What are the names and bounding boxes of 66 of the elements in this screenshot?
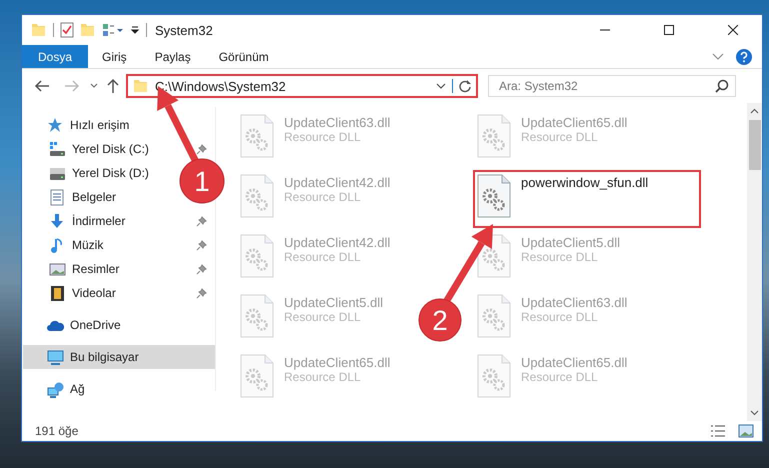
pin-icon[interactable]: [196, 216, 207, 226]
nav-icon: [49, 260, 66, 278]
nav-item[interactable]: Ağ: [47, 377, 85, 401]
scroll-down-icon[interactable]: [750, 410, 759, 416]
gear-file-icon: [477, 294, 511, 338]
nav-item[interactable]: Videolar: [49, 281, 116, 305]
star-icon: [47, 116, 64, 134]
nav-item[interactable]: İndirmeler: [49, 209, 126, 233]
step-number: 1: [194, 166, 210, 197]
dropdown-caret-icon[interactable]: [436, 83, 446, 89]
properties-icon[interactable]: [60, 22, 74, 38]
folder-icon: [31, 21, 47, 39]
pin-icon[interactable]: [196, 264, 207, 274]
folder-icon: [133, 77, 149, 95]
recent-locations-icon[interactable]: [90, 83, 98, 89]
refresh-icon[interactable]: [452, 79, 472, 93]
gear-file-icon: [240, 174, 274, 218]
scroll-thumb[interactable]: [748, 120, 760, 170]
search-icon: [715, 79, 729, 93]
step-badge: [180, 158, 224, 204]
nav-item[interactable]: OneDrive: [47, 313, 121, 337]
gear-file-icon: [240, 234, 274, 278]
pin-icon[interactable]: [196, 288, 207, 298]
nav-item[interactable]: Müzik: [49, 233, 104, 257]
up-arrow-icon[interactable]: [106, 78, 120, 94]
nav-item[interactable]: Yerel Disk (D:): [49, 161, 149, 185]
large-icons-view-icon[interactable]: [738, 424, 754, 438]
nav-icon: [49, 212, 66, 230]
nav-icon: [49, 188, 66, 206]
view-options-icon[interactable]: [102, 22, 124, 38]
step-badge: [418, 298, 462, 342]
maximize-icon: [664, 25, 674, 35]
nav-item[interactable]: Resimler: [49, 257, 120, 281]
gear-file-icon: [477, 114, 511, 158]
pin-icon[interactable]: [196, 144, 207, 154]
gear-file-icon: [240, 354, 274, 398]
address-field[interactable]: C:\Windows\System32: [126, 74, 478, 98]
search-field[interactable]: Ara: System32: [488, 75, 736, 97]
scrollbar[interactable]: [747, 103, 762, 421]
window-title: System32: [155, 22, 213, 38]
nav-item[interactable]: Hızlı erişim: [47, 113, 130, 137]
close-icon: [728, 25, 738, 35]
back-arrow-icon[interactable]: [34, 79, 50, 93]
ribbon-tab[interactable]: Dosya: [22, 45, 88, 68]
scroll-up-icon[interactable]: [750, 108, 759, 114]
gear-file-icon: [477, 174, 511, 218]
nav-item[interactable]: Bu bilgisayar: [23, 345, 215, 369]
ribbon-tab[interactable]: Paylaş: [140, 45, 205, 68]
nav-icon: [49, 284, 66, 302]
nav-icon: [47, 348, 64, 366]
details-view-icon[interactable]: [710, 424, 726, 438]
nav-item[interactable]: Belgeler: [49, 185, 116, 209]
help-icon[interactable]: [736, 48, 752, 64]
nav-item[interactable]: Yerel Disk (C:): [49, 137, 149, 161]
gear-file-icon: [477, 354, 511, 398]
item-count: 191 öğe: [35, 424, 78, 438]
step-number: 2: [432, 305, 448, 336]
nav-icon: [49, 140, 66, 158]
ribbon-tab[interactable]: Giriş: [88, 45, 141, 68]
file-item[interactable]: powerwindow_sfun.dll: [473, 170, 701, 228]
ribbon-tab[interactable]: Görünüm: [204, 45, 283, 68]
gear-file-icon: [240, 114, 274, 158]
nav-icon: [47, 380, 64, 398]
gear-file-icon: [240, 294, 274, 338]
expand-ribbon-icon[interactable]: [712, 52, 724, 60]
pin-icon[interactable]: [196, 240, 207, 250]
